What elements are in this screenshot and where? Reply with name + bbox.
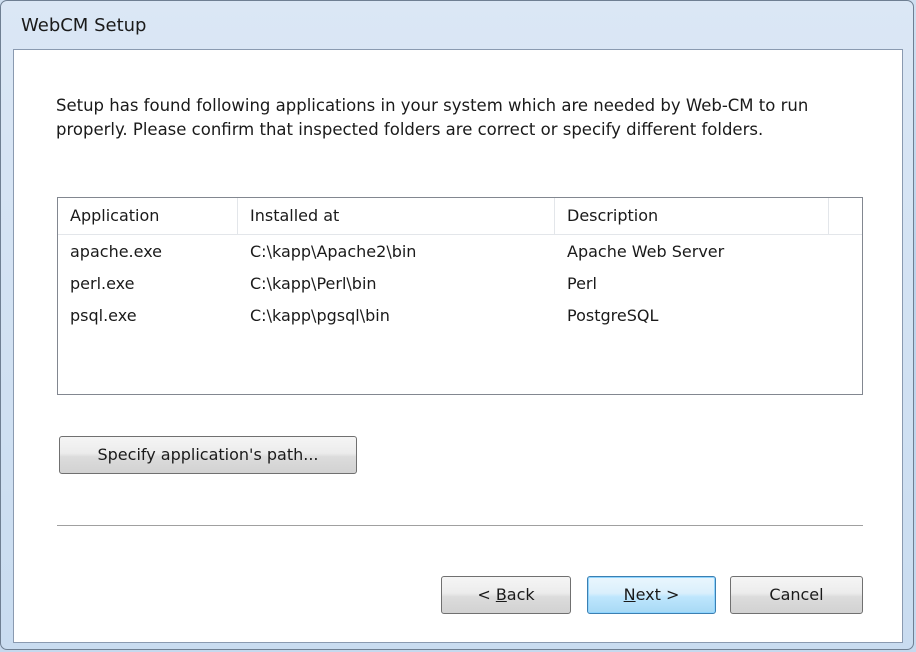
back-button[interactable]: < Back [441, 576, 571, 614]
cell-installed-at: C:\kapp\Apache2\bin [250, 242, 417, 261]
column-header-description[interactable]: Description [555, 198, 829, 234]
table-row[interactable]: psql.exe C:\kapp\pgsql\bin PostgreSQL [58, 300, 862, 332]
applications-list[interactable]: Application Installed at Description apa… [57, 197, 863, 395]
next-button[interactable]: Next > [587, 576, 716, 614]
column-header-application[interactable]: Application [58, 198, 238, 234]
cell-installed-at: C:\kapp\pgsql\bin [250, 306, 390, 325]
cancel-button[interactable]: Cancel [730, 576, 863, 614]
cell-description: Apache Web Server [567, 242, 725, 261]
cell-description: Perl [567, 274, 597, 293]
back-mnemonic: B [495, 585, 507, 604]
specify-path-button[interactable]: Specify application's path... [59, 436, 357, 474]
dialog-client-area: Setup has found following applications i… [13, 49, 903, 643]
table-row[interactable]: apache.exe C:\kapp\Apache2\bin Apache We… [58, 236, 862, 268]
button-separator [57, 525, 863, 527]
cell-description: PostgreSQL [567, 306, 659, 325]
next-mnemonic: N [623, 585, 636, 604]
cell-application: apache.exe [70, 242, 163, 261]
table-row[interactable]: perl.exe C:\kapp\Perl\bin Perl [58, 268, 862, 300]
column-header-filler [829, 198, 862, 234]
column-header-installed-at[interactable]: Installed at [238, 198, 555, 234]
back-prefix: < [477, 585, 496, 604]
cell-application: perl.exe [70, 274, 135, 293]
instructions-text: Setup has found following applications i… [56, 96, 809, 139]
setup-window: WebCM Setup Setup has found following ap… [0, 0, 914, 650]
back-suffix: ack [506, 585, 535, 604]
list-header: Application Installed at Description [58, 198, 862, 235]
next-suffix: ext > [635, 585, 680, 604]
cell-application: psql.exe [70, 306, 137, 325]
cell-installed-at: C:\kapp\Perl\bin [250, 274, 377, 293]
title-bar[interactable]: WebCM Setup [1, 1, 915, 49]
window-title: WebCM Setup [21, 15, 147, 36]
